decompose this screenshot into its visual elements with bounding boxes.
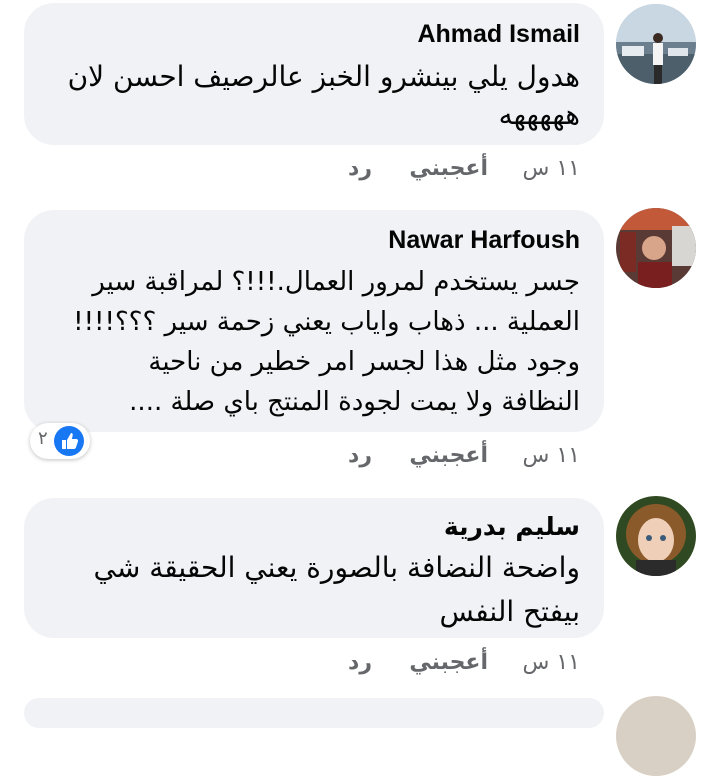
- comment-timestamp[interactable]: ١١ س: [523, 650, 581, 675]
- comment-author[interactable]: سليم بدرية: [444, 512, 580, 541]
- comment-item: Nawar Harfoush جسر يستخدم لمرور العمال.!…: [0, 200, 720, 480]
- reply-button[interactable]: رد: [348, 156, 372, 181]
- comment-actions: ١١ س أعجبني رد: [0, 650, 720, 680]
- comment-timestamp[interactable]: ١١ س: [523, 443, 581, 468]
- comment-actions: ١١ س أعجبني رد: [0, 443, 720, 473]
- comment-text: جسر يستخدم لمرور العمال.!!!؟ لمراقبة سير…: [73, 267, 580, 417]
- avatar[interactable]: [616, 208, 696, 288]
- comment-author[interactable]: Ahmad Ismail: [417, 20, 580, 49]
- avatar[interactable]: [616, 496, 696, 576]
- like-button[interactable]: أعجبني: [409, 443, 488, 468]
- comment-text: واضحة النضافة بالصورة يعني الحقيقة شي بي…: [93, 551, 581, 628]
- comment-actions: ١١ س أعجبني رد: [0, 156, 720, 186]
- like-button[interactable]: أعجبني: [409, 156, 488, 181]
- comment-item: سليم بدرية واضحة النضافة بالصورة يعني ال…: [0, 490, 720, 680]
- comment-bubble-partial: [24, 698, 604, 728]
- reply-button[interactable]: رد: [348, 650, 372, 675]
- like-button[interactable]: أعجبني: [409, 650, 488, 675]
- comment-timestamp[interactable]: ١١ س: [523, 156, 581, 181]
- avatar[interactable]: [616, 4, 696, 84]
- comment-text: هدول يلي بينشرو الخبز عالرصيف احسن لان ه…: [67, 60, 580, 131]
- comment-item: Ahmad Ismail هدول يلي بينشرو الخبز عالرص…: [0, 0, 720, 190]
- reply-button[interactable]: رد: [348, 443, 372, 468]
- comment-author[interactable]: Nawar Harfoush: [388, 226, 580, 255]
- avatar[interactable]: [616, 696, 696, 776]
